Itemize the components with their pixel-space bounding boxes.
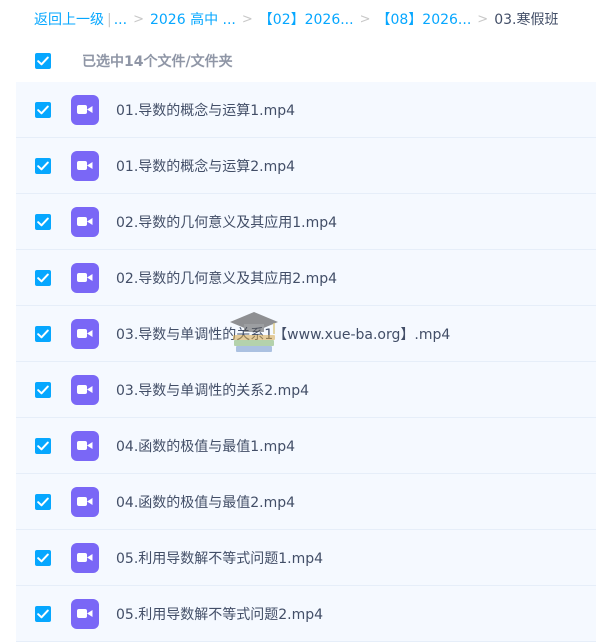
file-row[interactable]: 03.导数与单调性的关系1【www.xue-ba.org】.mp4 (16, 306, 596, 362)
file-checkbox[interactable] (35, 269, 51, 286)
check-icon (37, 217, 49, 226)
video-file-icon (71, 486, 99, 517)
file-name[interactable]: 04.函数的极值与最值2.mp4 (116, 492, 295, 512)
file-row[interactable]: 03.导数与单调性的关系2.mp4 (16, 362, 596, 418)
breadcrumb-item[interactable]: 【08】2026... (376, 9, 471, 31)
file-name[interactable]: 02.导数的几何意义及其应用1.mp4 (116, 212, 337, 232)
check-icon (37, 441, 49, 450)
file-row[interactable]: 05.利用导数解不等式问题1.mp4 (16, 530, 596, 586)
check-icon (37, 161, 49, 170)
check-icon (37, 56, 49, 66)
file-name[interactable]: 03.导数与单调性的关系2.mp4 (116, 380, 309, 400)
check-icon (37, 273, 49, 282)
file-row[interactable]: 02.导数的几何意义及其应用1.mp4 (16, 194, 596, 250)
file-row[interactable]: 01.导数的概念与运算2.mp4 (16, 138, 596, 194)
file-name[interactable]: 02.导数的几何意义及其应用2.mp4 (116, 268, 337, 288)
file-checkbox[interactable] (35, 549, 51, 566)
video-file-icon (71, 430, 99, 461)
video-file-icon (71, 262, 99, 293)
video-file-icon (71, 150, 99, 181)
back-link[interactable]: 返回上一级 (34, 9, 104, 31)
file-name[interactable]: 01.导数的概念与运算2.mp4 (116, 156, 295, 176)
breadcrumb-ellipsis[interactable]: ... (114, 9, 127, 31)
breadcrumb-separator: > (133, 12, 144, 27)
file-row[interactable]: 01.导数的概念与运算1.mp4 (16, 82, 596, 138)
file-checkbox[interactable] (35, 213, 51, 230)
file-list: 01.导数的概念与运算1.mp4 01.导数的概念与运算2.mp4 02.导数的几何… (16, 82, 596, 642)
selected-count-label: 已选中14个文件/文件夹 (82, 54, 233, 70)
video-file-icon (71, 374, 99, 405)
check-icon (37, 497, 49, 506)
file-name[interactable]: 01.导数的概念与运算1.mp4 (116, 100, 295, 120)
breadcrumb-separator: > (477, 12, 489, 27)
check-icon (37, 553, 49, 562)
video-file-icon (71, 598, 99, 629)
file-row[interactable]: 02.导数的几何意义及其应用2.mp4 (16, 250, 596, 306)
check-icon (37, 385, 49, 394)
video-file-icon (71, 206, 99, 237)
file-row[interactable]: 04.函数的极值与最值1.mp4 (16, 418, 596, 474)
file-name[interactable]: 05.利用导数解不等式问题2.mp4 (116, 604, 323, 624)
video-file-icon (71, 318, 99, 349)
select-all-checkbox[interactable] (35, 53, 51, 69)
video-file-icon (71, 94, 99, 125)
check-icon (37, 329, 49, 338)
file-name[interactable]: 05.利用导数解不等式问题1.mp4 (116, 548, 323, 568)
file-name[interactable]: 03.导数与单调性的关系1【www.xue-ba.org】.mp4 (116, 324, 450, 344)
file-row[interactable]: 04.函数的极值与最值2.mp4 (16, 474, 596, 530)
video-file-icon (71, 542, 99, 573)
file-checkbox[interactable] (35, 493, 51, 510)
breadcrumb-item[interactable]: 2026 高中 ... (150, 9, 236, 31)
breadcrumb-separator: > (359, 12, 371, 27)
breadcrumb-current: 03.寒假班 (494, 12, 559, 28)
file-checkbox[interactable] (35, 101, 51, 118)
breadcrumb: 返回上一级 | ... > 2026 高中 ... > 【02】2026... … (34, 9, 558, 31)
file-checkbox[interactable] (35, 605, 51, 622)
breadcrumb-item[interactable]: 【02】2026... (259, 9, 354, 31)
breadcrumb-pipe: | (107, 12, 112, 28)
file-checkbox[interactable] (35, 437, 51, 454)
selection-header: 已选中14个文件/文件夹 (16, 40, 596, 82)
breadcrumb-separator: > (241, 12, 253, 27)
file-checkbox[interactable] (35, 325, 51, 342)
file-name[interactable]: 04.函数的极值与最值1.mp4 (116, 436, 295, 456)
check-icon (37, 105, 49, 114)
file-checkbox[interactable] (35, 381, 51, 398)
check-icon (37, 609, 49, 618)
file-checkbox[interactable] (35, 157, 51, 174)
